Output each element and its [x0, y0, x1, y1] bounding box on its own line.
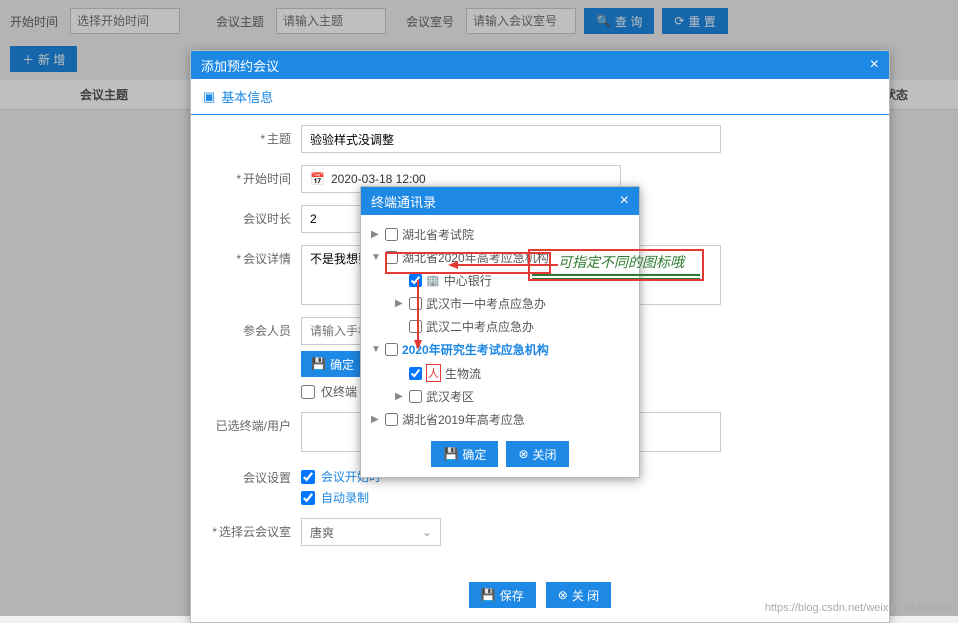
- modal2-confirm-label: 确定: [462, 446, 486, 463]
- detail-field-label: 会议详情: [243, 252, 291, 266]
- tree-node-label: 中心银行: [444, 272, 492, 289]
- tree-node-label: 2020年研究生考试应急机构: [402, 341, 549, 358]
- tree-checkbox[interactable]: [409, 297, 422, 310]
- members-confirm-button[interactable]: 💾 确定: [301, 351, 364, 377]
- members-field-label: 参会人员: [243, 324, 291, 338]
- expand-icon[interactable]: ▶: [371, 229, 381, 240]
- setting-start-checkbox[interactable]: [301, 470, 315, 484]
- tree-checkbox[interactable]: [409, 274, 422, 287]
- tree-node[interactable]: ▼ 2020年研究生考试应急机构: [371, 338, 629, 361]
- tree-node-label: 武汉二中考点应急办: [426, 318, 534, 335]
- watermark: https://blog.csdn.net/weixin_38264066: [765, 602, 952, 614]
- settings-field-label: 会议设置: [243, 471, 291, 485]
- tree-checkbox[interactable]: [409, 320, 422, 333]
- modal2-close-button[interactable]: ⊗ 关闭: [506, 441, 568, 467]
- cloud-room-select[interactable]: 唐爽 ⌄: [301, 518, 441, 546]
- calendar-icon: 📅: [310, 172, 325, 186]
- members-confirm-label: 确定: [330, 356, 354, 373]
- save-icon: 💾: [443, 447, 458, 461]
- save-icon: 💾: [481, 588, 496, 602]
- tree-node-label: 生物流: [445, 365, 481, 382]
- basic-info-label: 基本信息: [221, 87, 273, 106]
- expand-icon[interactable]: ▶: [395, 298, 405, 309]
- tree-checkbox[interactable]: [385, 413, 398, 426]
- duration-field[interactable]: [301, 205, 361, 233]
- tree-node[interactable]: 人 生物流: [371, 361, 629, 385]
- tree-node[interactable]: ▶ 湖北省考试院: [371, 223, 629, 246]
- close-icon: ⊗: [558, 588, 568, 602]
- modal1-close-button[interactable]: ⊗ 关 闭: [546, 582, 611, 608]
- subject-field[interactable]: [301, 125, 721, 153]
- start-date-value: 2020-03-18 12:00: [331, 172, 426, 186]
- expand-icon[interactable]: ▶: [371, 414, 381, 425]
- close-icon: ⊗: [518, 447, 528, 461]
- building-icon: 🏢: [426, 274, 440, 287]
- save-icon: 💾: [311, 357, 326, 371]
- collapse-icon[interactable]: ▼: [371, 344, 381, 355]
- terminal-contacts-modal: 终端通讯录 × ▶ 湖北省考试院 ▼ 湖北省2020年高考应急机构 🏢 中心银行…: [360, 186, 640, 478]
- modal2-header: 终端通讯录 ×: [361, 187, 639, 215]
- info-icon: ▣: [203, 89, 215, 105]
- tree-node-label: 湖北省考试院: [402, 226, 474, 243]
- tree-checkbox[interactable]: [385, 251, 398, 264]
- tree-node[interactable]: ▶ 武汉考区: [371, 385, 629, 408]
- subject-field-label: 主题: [267, 132, 291, 146]
- tree-node-label: 湖北省2020年高考应急机构: [402, 249, 549, 266]
- only-terminal-checkbox[interactable]: [301, 385, 315, 399]
- modal1-save-button[interactable]: 💾 保存: [469, 582, 536, 608]
- modal1-close-icon[interactable]: ×: [870, 56, 879, 74]
- tree-node[interactable]: 🏢 中心银行: [371, 269, 629, 292]
- tree-node[interactable]: ▼ 湖北省2020年高考应急机构: [371, 246, 629, 269]
- modal1-close-label: 关 闭: [572, 587, 599, 604]
- tree-node-label: 武汉考区: [426, 388, 474, 405]
- modal1-title: 添加预约会议: [201, 56, 279, 75]
- chevron-down-icon: ⌄: [422, 525, 432, 539]
- modal1-header: 添加预约会议 ×: [191, 51, 889, 79]
- tree-node-label: 武汉市一中考点应急办: [426, 295, 546, 312]
- tree-node-label: 湖北省2019年高考应急: [402, 411, 525, 428]
- selected-field-label: 已选终端/用户: [216, 419, 291, 433]
- tree-checkbox[interactable]: [385, 343, 398, 356]
- basic-info-section: ▣ 基本信息: [191, 79, 889, 115]
- modal2-confirm-button[interactable]: 💾 确定: [431, 441, 498, 467]
- expand-icon[interactable]: ▶: [395, 391, 405, 402]
- modal2-title: 终端通讯录: [371, 192, 436, 211]
- tree-node[interactable]: ▶ 湖北省2019年高考应急: [371, 408, 629, 431]
- duration-field-label: 会议时长: [243, 212, 291, 226]
- start-field-label: 开始时间: [243, 172, 291, 186]
- tree-checkbox[interactable]: [409, 367, 422, 380]
- collapse-icon[interactable]: ▼: [371, 252, 381, 263]
- tree-checkbox[interactable]: [409, 390, 422, 403]
- modal2-close-label: 关闭: [533, 446, 557, 463]
- modal1-save-label: 保存: [500, 587, 524, 604]
- tree-node[interactable]: 武汉二中考点应急办: [371, 315, 629, 338]
- setting-record-label: 自动录制: [321, 489, 369, 506]
- tree-node[interactable]: ▶ 武汉市一中考点应急办: [371, 292, 629, 315]
- cloud-field-label: 选择云会议室: [219, 525, 291, 539]
- cloud-room-value: 唐爽: [310, 524, 334, 541]
- setting-record-checkbox[interactable]: [301, 491, 315, 505]
- modal2-close-icon[interactable]: ×: [620, 192, 629, 210]
- tree-checkbox[interactable]: [385, 228, 398, 241]
- contacts-tree: ▶ 湖北省考试院 ▼ 湖北省2020年高考应急机构 🏢 中心银行 ▶ 武汉市一中…: [361, 215, 639, 477]
- person-icon: 人: [426, 364, 441, 382]
